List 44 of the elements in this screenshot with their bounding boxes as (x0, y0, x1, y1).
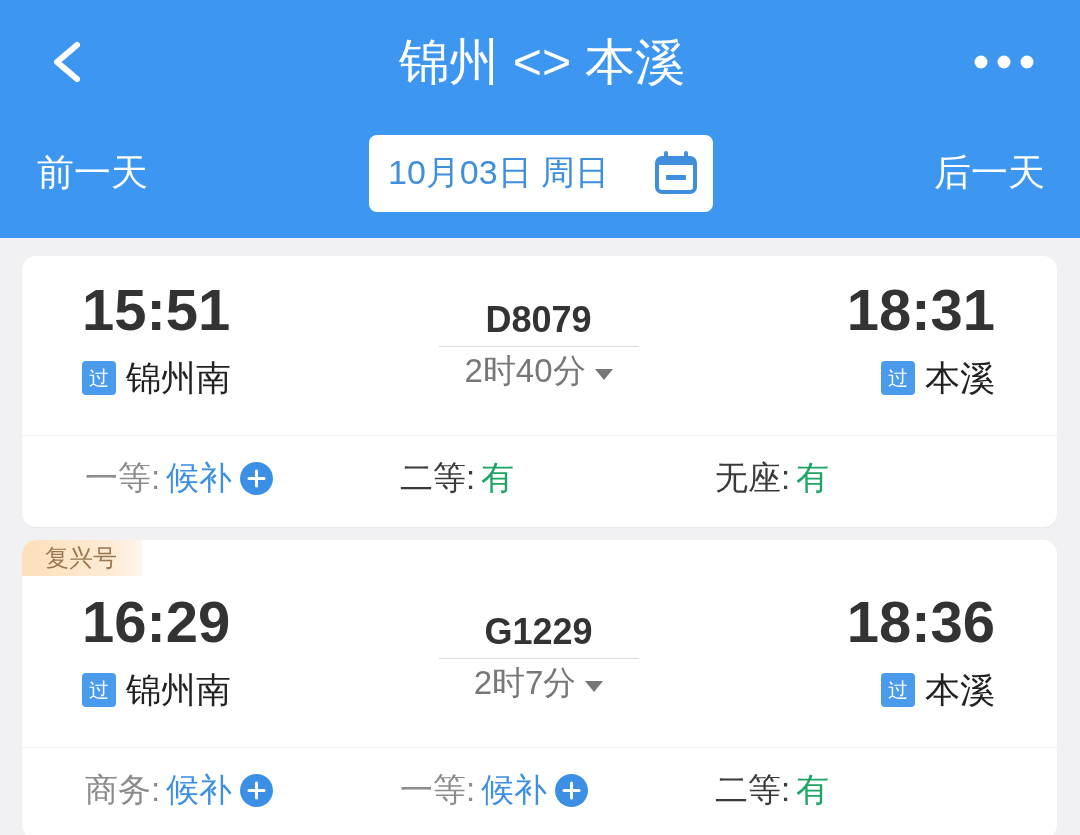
trip-duration: 2时7分 (473, 664, 577, 702)
station-tag: 过 (82, 673, 116, 707)
arrival-station: 本溪 (925, 668, 995, 711)
seat-class-label: 商务: (85, 770, 161, 810)
trip-duration: 2时40分 (464, 352, 586, 390)
arrival-time: 18:36 (846, 590, 995, 654)
seat-class-label: 无座: (715, 458, 791, 498)
date-text: 10月03日 周日 (388, 152, 610, 193)
train-card[interactable]: 复兴号 16:29 过 锦州南 G1229 2时7分 18:36 过 本溪 商务: 候补 一等: 候补 二等: 有 (22, 540, 1057, 835)
arrival-time: 18:31 (846, 278, 995, 342)
train-number: D8079 (485, 300, 592, 340)
caret-icon[interactable] (585, 680, 604, 692)
more-button[interactable] (974, 55, 1034, 69)
plus-circle-icon[interactable] (240, 774, 274, 807)
station-tag: 过 (881, 361, 915, 395)
seat-availability: 候补 (166, 458, 233, 498)
station-tag: 过 (881, 673, 915, 707)
next-day-button[interactable]: 后一天 (934, 148, 1045, 198)
seat-availability: 候补 (166, 770, 233, 810)
departure-time: 16:29 (82, 590, 231, 654)
seat-class-label: 二等: (715, 770, 791, 810)
date-picker[interactable]: 10月03日 周日 (369, 134, 713, 212)
route-title: 锦州 <> 本溪 (398, 32, 686, 92)
departure-station: 锦州南 (126, 668, 231, 711)
seat-class-label: 一等: (400, 770, 476, 810)
train-card[interactable]: 15:51 过 锦州南 D8079 2时40分 18:31 过 本溪 一等: 候补 二等: 有 无座: 有 (22, 256, 1057, 527)
station-tag: 过 (82, 361, 116, 395)
arrival-station: 本溪 (925, 356, 995, 399)
seat-availability: 候补 (481, 770, 548, 810)
calendar-icon (654, 151, 698, 195)
departure-station: 锦州南 (126, 356, 231, 399)
more-icon (974, 55, 1034, 69)
plus-circle-icon[interactable] (555, 774, 589, 807)
train-number: G1229 (484, 612, 593, 652)
seat-availability: 有 (796, 770, 830, 810)
caret-icon[interactable] (594, 368, 613, 380)
previous-day-button[interactable]: 前一天 (37, 148, 148, 198)
seat-class-label: 二等: (400, 458, 476, 498)
departure-time: 15:51 (82, 278, 231, 342)
seat-availability: 有 (481, 458, 515, 498)
seat-class-label: 一等: (85, 458, 161, 498)
train-type-badge: 复兴号 (22, 540, 142, 576)
seat-availability: 有 (796, 458, 830, 498)
plus-circle-icon[interactable] (240, 462, 274, 495)
